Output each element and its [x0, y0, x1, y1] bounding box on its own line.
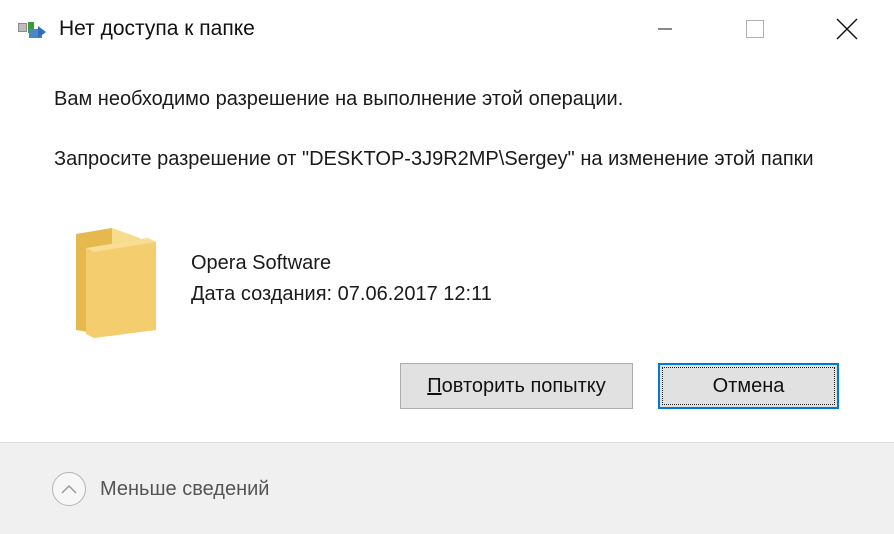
folder-move-icon [18, 22, 46, 38]
title-bar[interactable]: Нет доступа к папке [0, 0, 894, 62]
less-details-toggle[interactable]: Меньше сведений [52, 471, 269, 507]
request-message: Запросите разрешение от "DESKTOP-3J9R2MP… [54, 148, 814, 170]
folder-name: Opera Software [191, 252, 332, 274]
chevron-up-button[interactable] [52, 472, 86, 506]
maximize-icon [746, 20, 764, 38]
cancel-button[interactable]: Отмена [658, 363, 839, 409]
minimize-button[interactable] [620, 0, 710, 58]
retry-hotkey: П [427, 374, 442, 397]
permission-message: Вам необходимо разрешение на выполнение … [54, 88, 624, 110]
chevron-up-icon [61, 484, 77, 494]
window-title: Нет доступа к папке [59, 17, 255, 40]
close-icon [836, 18, 858, 40]
close-button[interactable] [802, 0, 892, 58]
access-denied-dialog: Нет доступа к папке Вам необходимо разре… [0, 0, 894, 534]
retry-label: овторить попытку [441, 374, 606, 397]
folder-icon [76, 228, 156, 338]
maximize-button[interactable] [710, 0, 800, 58]
dialog-footer: Меньше сведений [0, 443, 894, 534]
retry-button[interactable]: Повторить попытку [400, 363, 633, 409]
dialog-content: Вам необходимо разрешение на выполнение … [0, 62, 894, 442]
folder-date-created: Дата создания: 07.06.2017 12:11 [191, 283, 492, 305]
minimize-icon [658, 28, 672, 30]
less-details-label: Меньше сведений [100, 477, 270, 500]
